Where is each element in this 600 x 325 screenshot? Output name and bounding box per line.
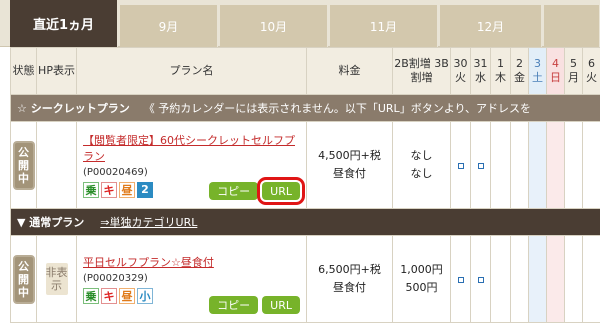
tab-december[interactable]: 12月 — [440, 5, 542, 47]
tab-november[interactable]: 11月 — [330, 5, 438, 47]
header-day-saturday: 3土 — [528, 47, 547, 95]
month-tabs: 直近1ヵ月 9月 10月 11月 12月 — [0, 0, 600, 47]
url-button[interactable]: URL — [262, 296, 300, 314]
category-url-link[interactable]: ⇒単独カテゴリURL — [100, 216, 197, 229]
header-hp: HP表示 — [36, 47, 77, 95]
copy-button[interactable]: コピー — [209, 182, 259, 200]
plan-row: 公開中 【閲覧者限定】60代シークレットセルフプラン (P00020469) 乗… — [10, 121, 600, 209]
header-day: 5月 — [564, 47, 583, 95]
plan-table: 状態 HP表示 プラン名 料金 2B割増 3B割増 30 火 31 水 1木 2金 … — [10, 47, 600, 323]
lunch-icon: 昼 — [119, 181, 135, 198]
status-badge: 公開中 — [12, 140, 35, 190]
meal: 昼食付 — [333, 281, 366, 294]
header-extra: 2B割増 3B割増 — [392, 47, 451, 95]
ride-icon: 乗 — [83, 181, 99, 198]
header-day: 1木 — [490, 47, 511, 95]
hp-hidden-badge: 非表示 — [45, 263, 68, 295]
extra-2b: 1,000円 — [400, 263, 443, 276]
table-header: 状態 HP表示 プラン名 料金 2B割増 3B割増 30 火 31 水 1木 2金 … — [10, 47, 600, 95]
section-secret-label: ☆ シークレットプラン — [17, 102, 130, 115]
availability-checkbox[interactable] — [477, 276, 484, 283]
extra-3b: なし — [410, 167, 433, 180]
copy-button[interactable]: コピー — [209, 296, 259, 314]
tab-october[interactable]: 10月 — [220, 5, 328, 47]
tab-recent-month[interactable]: 直近1ヵ月 — [10, 0, 118, 47]
players-icon: 2 — [137, 181, 153, 198]
plan-title-link[interactable]: 平日セルフプラン☆昼食付 — [83, 255, 300, 271]
header-day-sunday: 4日 — [546, 47, 565, 95]
section-normal-plan: ▼ 通常プラン ⇒単独カテゴリURL — [10, 208, 600, 236]
tab-next[interactable] — [544, 5, 600, 47]
header-day: 6火 — [582, 47, 600, 95]
plan-code: (P00020469) — [83, 166, 148, 178]
url-button[interactable]: URL — [257, 177, 305, 205]
cart-icon: キ — [101, 287, 117, 304]
header-plan-name: プラン名 — [76, 47, 307, 95]
status-badge: 公開中 — [12, 254, 35, 304]
header-day: 31 水 — [470, 47, 491, 95]
hp-cell — [36, 121, 77, 209]
section-secret-plan: ☆ シークレットプラン 《 予約カレンダーには表示されません。以下「URL」ボタ… — [10, 94, 600, 122]
header-day: 30 火 — [450, 47, 471, 95]
ride-icon: 乗 — [83, 287, 99, 304]
header-status: 状態 — [10, 47, 37, 95]
header-price: 料金 — [306, 47, 393, 95]
plan-row: 公開中 非表示 平日セルフプラン☆昼食付 (P00020329) 乗 キ 昼 小… — [10, 235, 600, 323]
availability-checkbox[interactable] — [457, 276, 464, 283]
availability-checkbox[interactable] — [457, 162, 464, 169]
tab-september[interactable]: 9月 — [120, 5, 218, 47]
plan-code: (P00020329) — [83, 272, 148, 284]
price: 6,500円+税 — [318, 263, 381, 276]
section-secret-note: 《 予約カレンダーには表示されません。以下「URL」ボタンより、アドレスを — [143, 102, 532, 115]
price: 4,500円+税 — [318, 149, 381, 162]
cart-icon: キ — [101, 181, 117, 198]
plan-title-link[interactable]: 【閲覧者限定】60代シークレットセルフプラン — [83, 133, 300, 165]
header-day: 2金 — [510, 47, 529, 95]
extra-3b: 500円 — [405, 281, 438, 294]
section-normal-label: ▼ 通常プラン — [17, 216, 85, 229]
availability-checkbox[interactable] — [477, 162, 484, 169]
extra-2b: なし — [410, 149, 433, 162]
meal: 昼食付 — [333, 167, 366, 180]
lunch-icon: 昼 — [119, 287, 135, 304]
small-group-icon: 小 — [137, 287, 153, 304]
